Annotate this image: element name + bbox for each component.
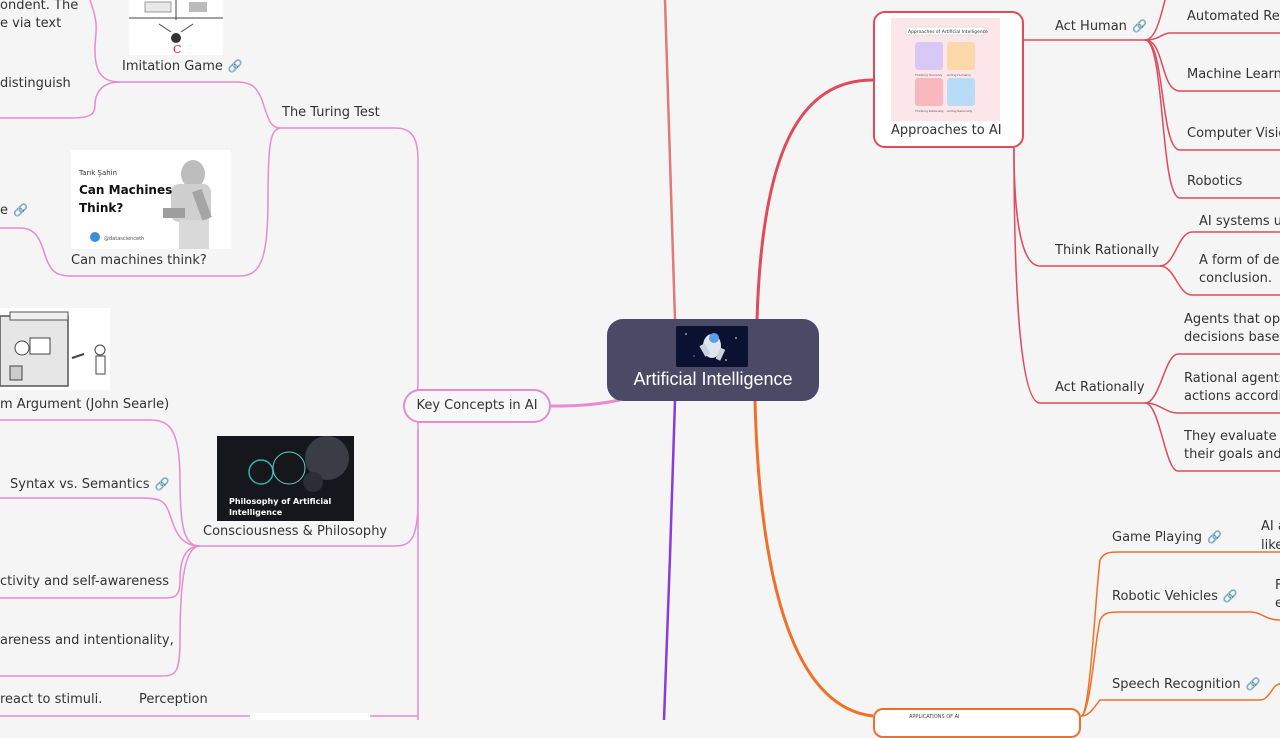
imitation-game-label: Imitation Game: [122, 59, 223, 74]
turing-test-node[interactable]: The Turing Test: [282, 104, 380, 122]
game-playing-label: Game Playing: [1112, 530, 1203, 545]
chinese-room-image: [0, 308, 110, 390]
philosophy-image-title-2: Intelligence: [229, 508, 283, 517]
ar-item-1a[interactable]: Agents that oper: [1184, 311, 1280, 329]
philosophy-image-title-1: Philosophy of Artificial: [229, 497, 331, 506]
svg-text:C: C: [173, 43, 181, 55]
approaches-cell-4: Acting Rationally: [947, 109, 973, 113]
ar-item-1b: decisions based: [1184, 330, 1280, 345]
imitation-text-1: ondent. The: [0, 0, 79, 13]
applications-image-caption: APPLICATIONS OF AI: [909, 714, 960, 720]
link-icon[interactable]: 🔗: [228, 59, 243, 73]
cmt-left-node[interactable]: e 🔗: [0, 201, 28, 220]
link-icon[interactable]: 🔗: [1132, 19, 1147, 33]
connector-key-concepts: [550, 398, 621, 408]
connector-approaches: [755, 78, 874, 321]
think-rationally-node[interactable]: Think Rationally: [1055, 242, 1159, 260]
ar-item-3b: their goals and a: [1184, 447, 1280, 462]
gp-item-a[interactable]: AI a: [1261, 518, 1280, 536]
ar-item-2b: actions accordi: [1184, 389, 1280, 404]
central-title: Artificial Intelligence: [633, 369, 793, 389]
act-human-node[interactable]: Act Human 🔗: [1055, 17, 1147, 36]
approaches-node[interactable]: Approaches of Artificial Intelligence Th…: [873, 11, 1024, 148]
cmt-image-title-2: Think?: [79, 201, 123, 215]
game-playing-node[interactable]: Game Playing 🔗: [1112, 528, 1222, 547]
link-icon[interactable]: 🔗: [155, 477, 170, 491]
robotics-node[interactable]: Robotics: [1187, 173, 1242, 191]
gp-item-b: like: [1261, 538, 1280, 553]
ar-item-2a[interactable]: Rational agents: [1184, 370, 1280, 388]
rv-item-a[interactable]: F: [1275, 577, 1280, 595]
key-concepts-node[interactable]: Key Concepts in AI: [403, 389, 551, 423]
awareness-node[interactable]: areness and intentionality,: [0, 632, 174, 650]
machine-learning-node[interactable]: Machine Learni: [1187, 66, 1280, 84]
approaches-label: Approaches to AI: [891, 123, 1002, 138]
applications-node[interactable]: APPLICATIONS OF AI: [873, 708, 1081, 738]
cmt-image-handle: @datascienceth: [104, 236, 144, 242]
ar-item-3a[interactable]: They evaluate p: [1184, 428, 1280, 446]
cmt-left-label: e: [0, 203, 8, 218]
astronaut-image: [676, 326, 748, 367]
link-icon[interactable]: 🔗: [1207, 530, 1222, 544]
computer-vision-node[interactable]: Computer Visio: [1187, 125, 1280, 143]
imitation-game-node[interactable]: Imitation Game 🔗: [122, 57, 243, 76]
tr-item-1[interactable]: AI systems use: [1199, 213, 1280, 231]
imitation-game-image: C: [129, 0, 223, 55]
automated-node[interactable]: Automated Rea: [1187, 8, 1280, 26]
imitation-text-2: e via text: [0, 16, 62, 31]
robotic-vehicles-node[interactable]: Robotic Vehicles 🔗: [1112, 587, 1238, 606]
tr-item-2a[interactable]: A form of ded: [1199, 252, 1280, 270]
connector-bottom: [662, 399, 677, 720]
react-node[interactable]: react to stimuli.: [0, 691, 102, 709]
approaches-image: Approaches of Artificial Intelligence Th…: [891, 18, 1000, 121]
approaches-image-title: Approaches of Artificial Intelligence: [908, 29, 988, 35]
perception-node[interactable]: Perception: [139, 691, 208, 709]
chinese-room-node[interactable]: m Argument (John Searle): [0, 396, 169, 414]
approaches-cell-2: Acting Humanly: [947, 73, 971, 77]
perception-image: [250, 713, 370, 720]
link-icon[interactable]: 🔗: [13, 203, 28, 217]
subjectivity-node[interactable]: ctivity and self-awareness: [0, 573, 169, 591]
central-node[interactable]: Artificial Intelligence: [607, 319, 819, 401]
act-rationally-node[interactable]: Act Rationally: [1055, 379, 1145, 397]
approaches-cell-1: Thinking Humanly: [914, 73, 942, 77]
act-human-label: Act Human: [1055, 19, 1127, 34]
consciousness-node[interactable]: Consciousness & Philosophy: [203, 523, 387, 541]
link-icon[interactable]: 🔗: [1246, 677, 1261, 691]
speech-recognition-label: Speech Recognition: [1112, 677, 1241, 692]
syntax-label: Syntax vs. Semantics: [10, 477, 150, 492]
robotic-vehicles-label: Robotic Vehicles: [1112, 589, 1218, 604]
approaches-cell-3: Thinking Rationally: [914, 109, 944, 113]
cmt-image-author: Tarık Şahin: [78, 169, 117, 177]
connector-applications: [753, 399, 874, 718]
rv-item-b: e: [1275, 596, 1280, 611]
can-machines-think-node[interactable]: Can machines think?: [71, 252, 207, 270]
syntax-node[interactable]: Syntax vs. Semantics 🔗: [10, 475, 170, 494]
imitation-text-3: distinguish: [0, 76, 71, 91]
link-icon[interactable]: 🔗: [1223, 589, 1238, 603]
tr-item-2b: conclusion.: [1199, 271, 1273, 286]
can-machines-think-image: Tarık Şahin Can Machines Think? @datasci…: [71, 150, 231, 249]
cmt-image-title-1: Can Machines: [79, 183, 172, 197]
philosophy-image: Philosophy of Artificial Intelligence: [217, 436, 354, 521]
connector-top: [663, 0, 677, 321]
speech-recognition-node[interactable]: Speech Recognition 🔗: [1112, 675, 1261, 694]
